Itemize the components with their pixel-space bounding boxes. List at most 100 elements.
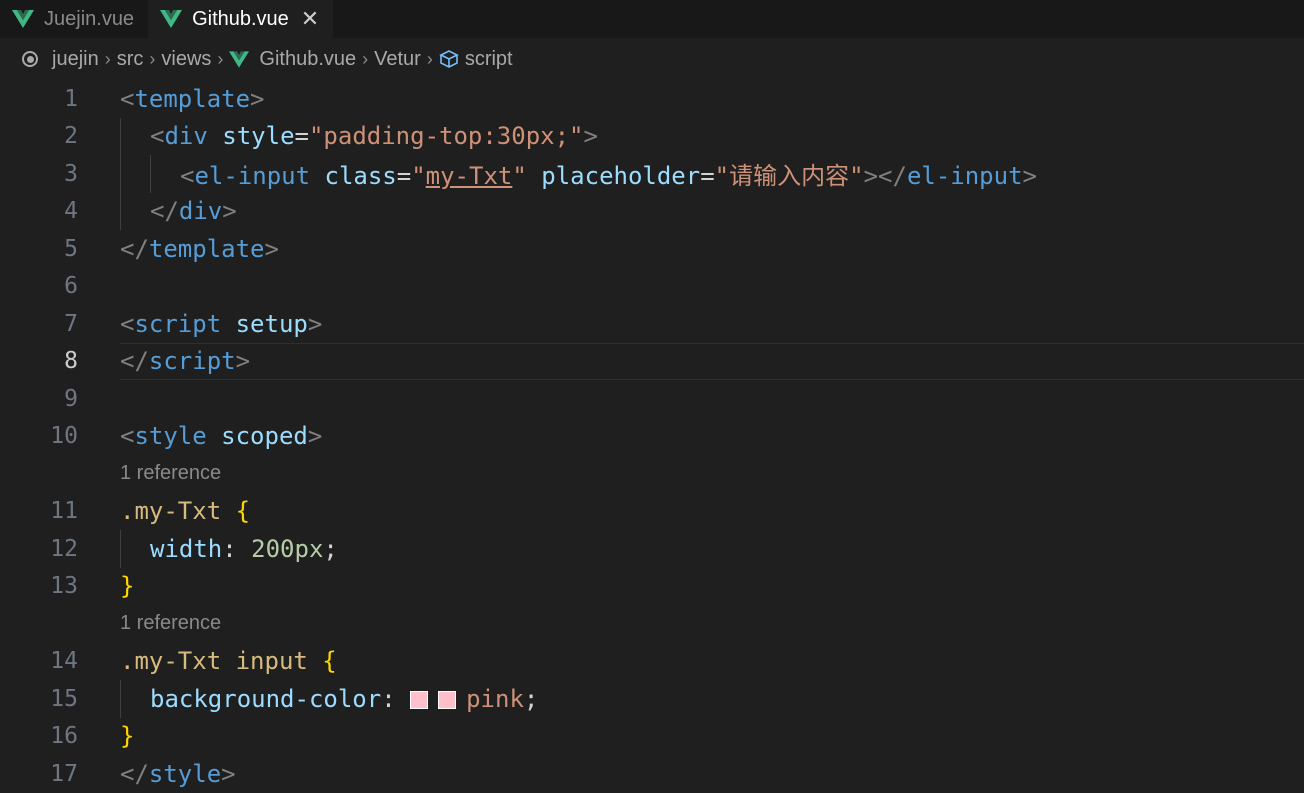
token: width bbox=[150, 534, 223, 563]
code-text: } bbox=[120, 722, 134, 750]
code-text: </script> bbox=[120, 347, 250, 375]
tab-juejin-vue[interactable]: Juejin.vue bbox=[0, 0, 149, 38]
token: = bbox=[396, 162, 412, 191]
token: class bbox=[324, 162, 397, 191]
code-editor[interactable]: 1 <template> 2 <div style="padding-top:3… bbox=[0, 80, 1304, 793]
token: div bbox=[164, 122, 208, 151]
token: </ bbox=[120, 234, 149, 263]
breadcrumb-item-script[interactable]: script bbox=[439, 48, 513, 71]
chevron-right-icon: › bbox=[362, 48, 369, 69]
token: < bbox=[120, 309, 135, 338]
token: 200px bbox=[251, 534, 324, 563]
token: style bbox=[222, 122, 295, 151]
token: el-input bbox=[906, 162, 1023, 191]
line-number: 2 bbox=[64, 123, 78, 150]
line-number: 5 bbox=[64, 235, 78, 262]
line-number: 17 bbox=[50, 760, 78, 787]
vue-file-icon bbox=[12, 10, 34, 28]
token: "请输入内容" bbox=[714, 162, 864, 191]
color-swatch[interactable] bbox=[410, 690, 429, 709]
code-line: 2 <div style="padding-top:30px;"> bbox=[0, 117, 1304, 155]
code-text: width: 200px; bbox=[120, 535, 338, 563]
token: template bbox=[134, 84, 251, 113]
breadcrumb: juejin › src › views › Github.vue › Vetu… bbox=[0, 38, 1304, 80]
code-text: } bbox=[120, 572, 134, 600]
line-number: 12 bbox=[50, 535, 78, 562]
token: > bbox=[264, 234, 279, 263]
vue-file-icon bbox=[229, 50, 250, 68]
token: < bbox=[180, 162, 195, 191]
breadcrumb-item-src[interactable]: src bbox=[117, 48, 144, 71]
token: : bbox=[381, 684, 396, 713]
token: > bbox=[307, 422, 323, 451]
breadcrumb-item-github-vue[interactable]: Github.vue bbox=[229, 48, 356, 71]
code-lens-references[interactable]: 1 reference bbox=[0, 455, 1304, 493]
code-line: 16 } bbox=[0, 718, 1304, 756]
code-line: 4 </div> bbox=[0, 192, 1304, 230]
line-number: 11 bbox=[50, 498, 78, 525]
line-number: 13 bbox=[50, 573, 78, 600]
color-swatch[interactable] bbox=[438, 690, 457, 709]
token: < bbox=[150, 122, 165, 151]
code-line: 5 </template> bbox=[0, 230, 1304, 268]
line-number: 3 bbox=[64, 160, 78, 187]
code-line-current: 8 </script> bbox=[0, 342, 1304, 380]
code-text: </div> bbox=[120, 197, 237, 225]
token: > bbox=[222, 197, 237, 226]
close-icon[interactable]: ✕ bbox=[301, 8, 319, 30]
token: style bbox=[134, 422, 207, 451]
code-text: <script setup> bbox=[120, 310, 322, 338]
token: < bbox=[120, 422, 135, 451]
token: ; bbox=[523, 684, 539, 713]
code-line: 14 .my-Txt input { bbox=[0, 643, 1304, 681]
token-class-name[interactable]: my-Txt bbox=[426, 162, 513, 190]
line-number: 9 bbox=[64, 385, 78, 412]
code-text: </style> bbox=[120, 760, 236, 788]
token: > bbox=[1022, 162, 1037, 191]
breadcrumb-label: script bbox=[464, 47, 513, 70]
code-text: <template> bbox=[120, 85, 265, 113]
token: > bbox=[583, 122, 598, 151]
folder-root-icon bbox=[22, 51, 38, 67]
breadcrumb-item-vetur[interactable]: Vetur bbox=[374, 48, 421, 71]
vue-file-icon bbox=[160, 10, 183, 28]
token: ></ bbox=[863, 162, 907, 191]
code-line: 15 background-color: pink; bbox=[0, 680, 1304, 718]
token: > bbox=[221, 759, 236, 788]
cube-icon bbox=[439, 50, 459, 68]
token: > bbox=[307, 309, 323, 338]
breadcrumb-label: Github.vue bbox=[259, 47, 357, 70]
token: el-input bbox=[194, 162, 311, 191]
tab-label: Github.vue bbox=[192, 7, 289, 30]
line-number: 10 bbox=[50, 423, 78, 450]
code-lens-references[interactable]: 1 reference bbox=[0, 605, 1304, 643]
tab-bar: Juejin.vue Github.vue ✕ bbox=[0, 0, 1304, 38]
token: " bbox=[512, 162, 527, 191]
chevron-right-icon: › bbox=[104, 48, 111, 69]
token: .my-Txt bbox=[120, 497, 222, 526]
line-number: 4 bbox=[64, 198, 78, 225]
line-number: 15 bbox=[50, 685, 78, 712]
token: script bbox=[134, 309, 222, 338]
code-line: 13 } bbox=[0, 568, 1304, 606]
token: > bbox=[250, 84, 265, 113]
chevron-right-icon: › bbox=[217, 48, 224, 69]
token: scoped bbox=[221, 422, 308, 451]
line-number: 16 bbox=[50, 723, 78, 750]
breadcrumb-item-juejin[interactable]: juejin bbox=[22, 48, 99, 71]
code-text: <style scoped> bbox=[120, 422, 322, 450]
line-number: 8 bbox=[64, 348, 78, 375]
token: = bbox=[294, 122, 309, 151]
line-number: 6 bbox=[64, 273, 78, 300]
breadcrumb-item-views[interactable]: views bbox=[161, 48, 211, 71]
code-text: .my-Txt input { bbox=[120, 647, 337, 675]
token: > bbox=[235, 347, 251, 376]
code-line: 9 bbox=[0, 380, 1304, 418]
tab-github-vue[interactable]: Github.vue ✕ bbox=[148, 0, 334, 38]
current-line-highlight bbox=[120, 342, 1304, 380]
code-line: 12 width: 200px; bbox=[0, 530, 1304, 568]
token: </ bbox=[120, 759, 149, 788]
token: </ bbox=[150, 197, 179, 226]
token: setup bbox=[235, 309, 308, 338]
chevron-right-icon: › bbox=[426, 48, 433, 69]
